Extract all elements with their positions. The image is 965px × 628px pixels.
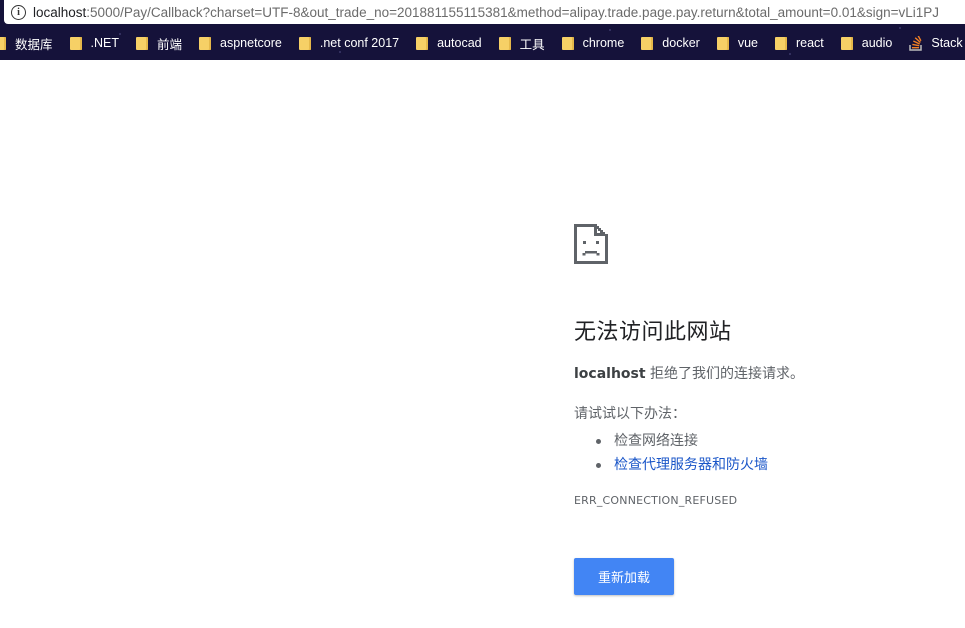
bookmark-label: vue [737, 36, 758, 50]
folder-icon [298, 36, 311, 50]
bookmark-folder-frontend[interactable]: 前端 [136, 34, 182, 53]
browser-toolbar: i localhost:5000/Pay/Callback?charset=UT… [0, 0, 965, 60]
bookmarks-bar: 数据库 .NET 前端 aspnetcore .net conf 2017 au… [0, 33, 965, 53]
bookmark-label: react [795, 36, 824, 50]
error-title: 无法访问此网站 [574, 320, 732, 345]
folder-icon [774, 36, 787, 50]
url-host: localhost [33, 4, 87, 20]
bookmark-label: 工具 [519, 37, 545, 52]
folder-icon [641, 36, 654, 50]
error-page-content: 无法访问此网站 localhost 拒绝了我们的连接请求。 请试试以下办法： 检… [574, 222, 954, 507]
suggestions-list: 检查网络连接 检查代理服务器和防火墙 [574, 429, 954, 477]
folder-icon [69, 36, 82, 50]
bookmark-label: 数据库 [15, 37, 53, 52]
bookmark-label: audio [861, 36, 893, 50]
suggestion-check-network: 检查网络连接 [596, 429, 954, 453]
error-description: localhost 拒绝了我们的连接请求。 [574, 363, 954, 383]
error-message: 拒绝了我们的连接请求。 [645, 366, 805, 382]
folder-icon [136, 36, 148, 50]
url-path: :5000/Pay/Callback?charset=UTF-8&out_tra… [86, 4, 940, 20]
reload-button[interactable]: 重新加载 [574, 558, 674, 595]
bookmark-folder-aspnetcore[interactable]: aspnetcore [199, 36, 282, 50]
bookmark-folder-react[interactable]: react [774, 36, 824, 50]
folder-icon [716, 36, 729, 50]
folder-icon [0, 36, 6, 50]
bookmark-label: docker [662, 36, 700, 50]
error-code: ERR_CONNECTION_REFUSED [574, 494, 738, 507]
bookmark-label: 前端 [157, 37, 183, 52]
bookmark-label: .net conf 2017 [319, 36, 400, 50]
folder-icon [416, 36, 429, 50]
suggestion-text: 检查网络连接 [614, 433, 698, 449]
folder-icon [498, 36, 511, 50]
bookmark-label: chrome [582, 36, 625, 50]
folder-icon [840, 36, 853, 50]
info-icon[interactable]: i [11, 4, 26, 20]
check-proxy-firewall-link[interactable]: 检查代理服务器和防火墙 [614, 457, 768, 473]
suggestion-check-proxy: 检查代理服务器和防火墙 [596, 453, 954, 477]
folder-icon [199, 36, 212, 50]
bookmark-folder-dotnet[interactable]: .NET [69, 36, 119, 50]
bookmark-folder-tools[interactable]: 工具 [498, 34, 545, 53]
suggestions-heading: 请试试以下办法： [574, 406, 686, 422]
bookmark-folder-docker[interactable]: docker [641, 36, 700, 50]
bookmark-folder-audio[interactable]: audio [840, 36, 893, 50]
bookmark-folder-database[interactable]: 数据库 [0, 34, 53, 53]
bookmark-folder-chrome[interactable]: chrome [561, 36, 625, 50]
address-bar[interactable]: i localhost:5000/Pay/Callback?charset=UT… [4, 0, 965, 24]
folder-icon [561, 36, 574, 50]
error-host: localhost [574, 366, 646, 382]
bookmark-stack-overflow[interactable]: Stack Overflow [909, 35, 965, 51]
stack-overflow-icon [909, 35, 923, 51]
bookmark-label: aspnetcore [220, 36, 282, 50]
sad-page-icon [574, 224, 608, 264]
bookmark-folder-vue[interactable]: vue [716, 36, 758, 50]
bookmark-folder-autocad[interactable]: autocad [416, 36, 482, 50]
bookmark-label: autocad [437, 36, 482, 50]
bookmark-label: .NET [90, 36, 119, 50]
bookmark-folder-netconf[interactable]: .net conf 2017 [298, 36, 400, 50]
bookmark-label: Stack Overflow [931, 36, 965, 50]
